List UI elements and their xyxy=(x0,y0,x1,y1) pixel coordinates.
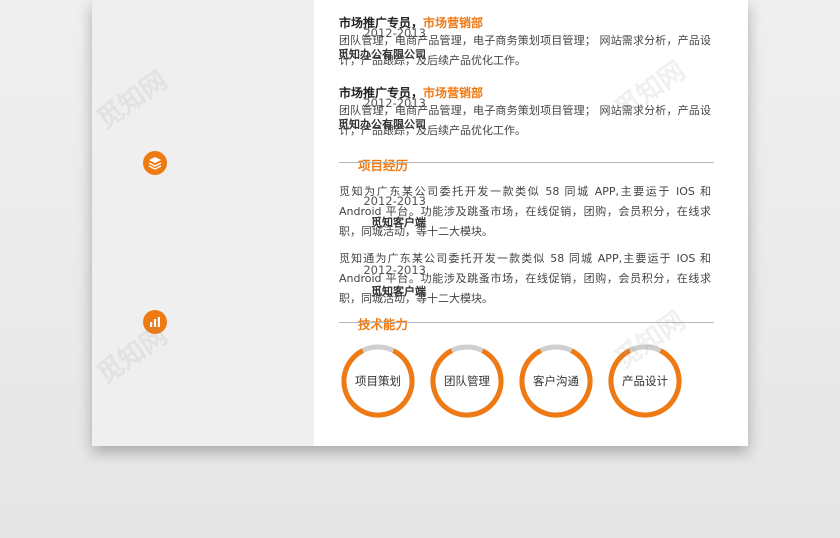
skill-ring: 项目策划 xyxy=(340,343,416,419)
project-description: 觅知为广东某公司委托开发一款类似 58 同城 APP,主要运于 IOS 和 An… xyxy=(339,185,711,238)
layers-icon xyxy=(143,151,167,175)
left-column xyxy=(92,0,314,446)
skill-label: 客户沟通 xyxy=(533,374,579,388)
job-description: 团队管理，电商产品管理，电子商务策划项目管理； 网站需求分析，产品设计，产品跟踪… xyxy=(339,104,711,137)
job-department: 市场营销部 xyxy=(423,86,484,100)
section-title-projects: 项目经历 xyxy=(357,158,408,173)
section-divider xyxy=(339,162,714,163)
job-title: 市场推广专员，市场营销部 xyxy=(339,86,484,100)
job-description: 团队管理，电商产品管理，电子商务策划项目管理； 网站需求分析，产品设计，产品跟踪… xyxy=(339,34,711,67)
skill-ring: 团队管理 xyxy=(429,343,505,419)
skill-label: 项目策划 xyxy=(355,374,401,388)
section-title-skills: 技术能力 xyxy=(357,317,408,332)
skill-label: 团队管理 xyxy=(444,374,490,388)
bar-chart-icon xyxy=(143,310,167,334)
job-title: 市场推广专员，市场营销部 xyxy=(339,16,484,30)
skill-ring: 客户沟通 xyxy=(518,343,594,419)
skill-label: 产品设计 xyxy=(622,374,668,388)
skill-ring: 产品设计 xyxy=(607,343,683,419)
project-description: 觅知通为广东某公司委托开发一款类似 58 同城 APP,主要运于 IOS 和 A… xyxy=(339,252,711,305)
job-department: 市场营销部 xyxy=(423,16,484,30)
section-divider xyxy=(339,322,714,323)
